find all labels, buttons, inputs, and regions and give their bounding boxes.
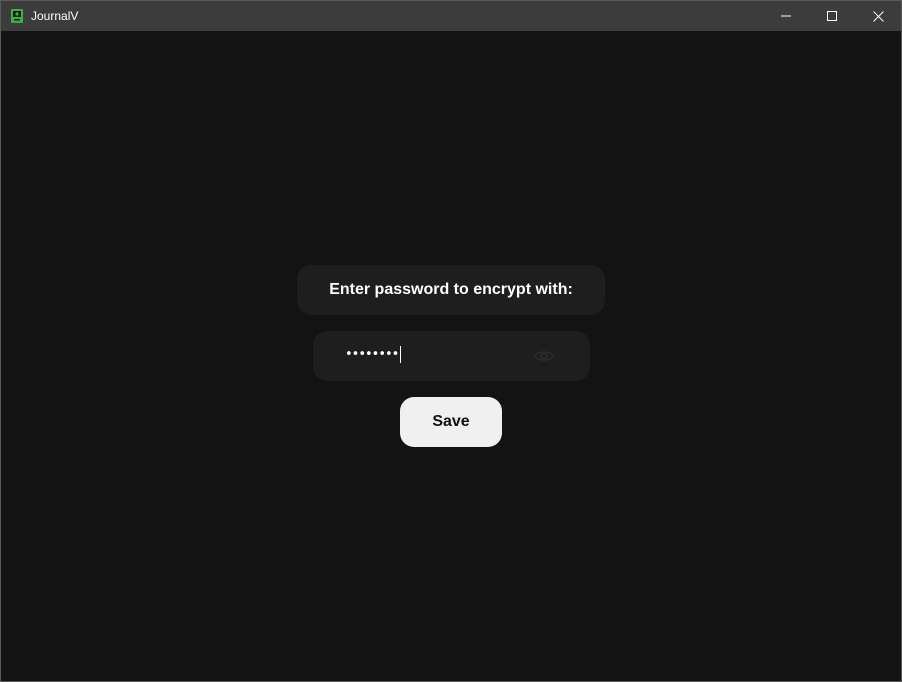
maximize-button[interactable] (809, 1, 855, 31)
app-logo-icon (9, 8, 25, 24)
window-controls (763, 1, 901, 31)
password-value: •••••••• (345, 347, 399, 362)
app-window: JournalV Enter password to encrypt with:… (0, 0, 902, 682)
minimize-icon (781, 15, 791, 17)
password-input[interactable]: •••••••• (313, 331, 590, 381)
minimize-button[interactable] (763, 1, 809, 31)
title-bar[interactable]: JournalV (1, 1, 901, 31)
text-caret (400, 346, 402, 363)
main-content: Enter password to encrypt with: ••••••••… (1, 31, 901, 681)
close-button[interactable] (855, 1, 901, 31)
close-icon (872, 10, 884, 22)
password-prompt-label: Enter password to encrypt with: (297, 265, 605, 315)
eye-icon (534, 351, 554, 361)
window-title: JournalV (31, 9, 79, 23)
maximize-icon (827, 11, 837, 21)
save-button[interactable]: Save (400, 397, 502, 447)
show-password-toggle[interactable] (533, 346, 555, 366)
